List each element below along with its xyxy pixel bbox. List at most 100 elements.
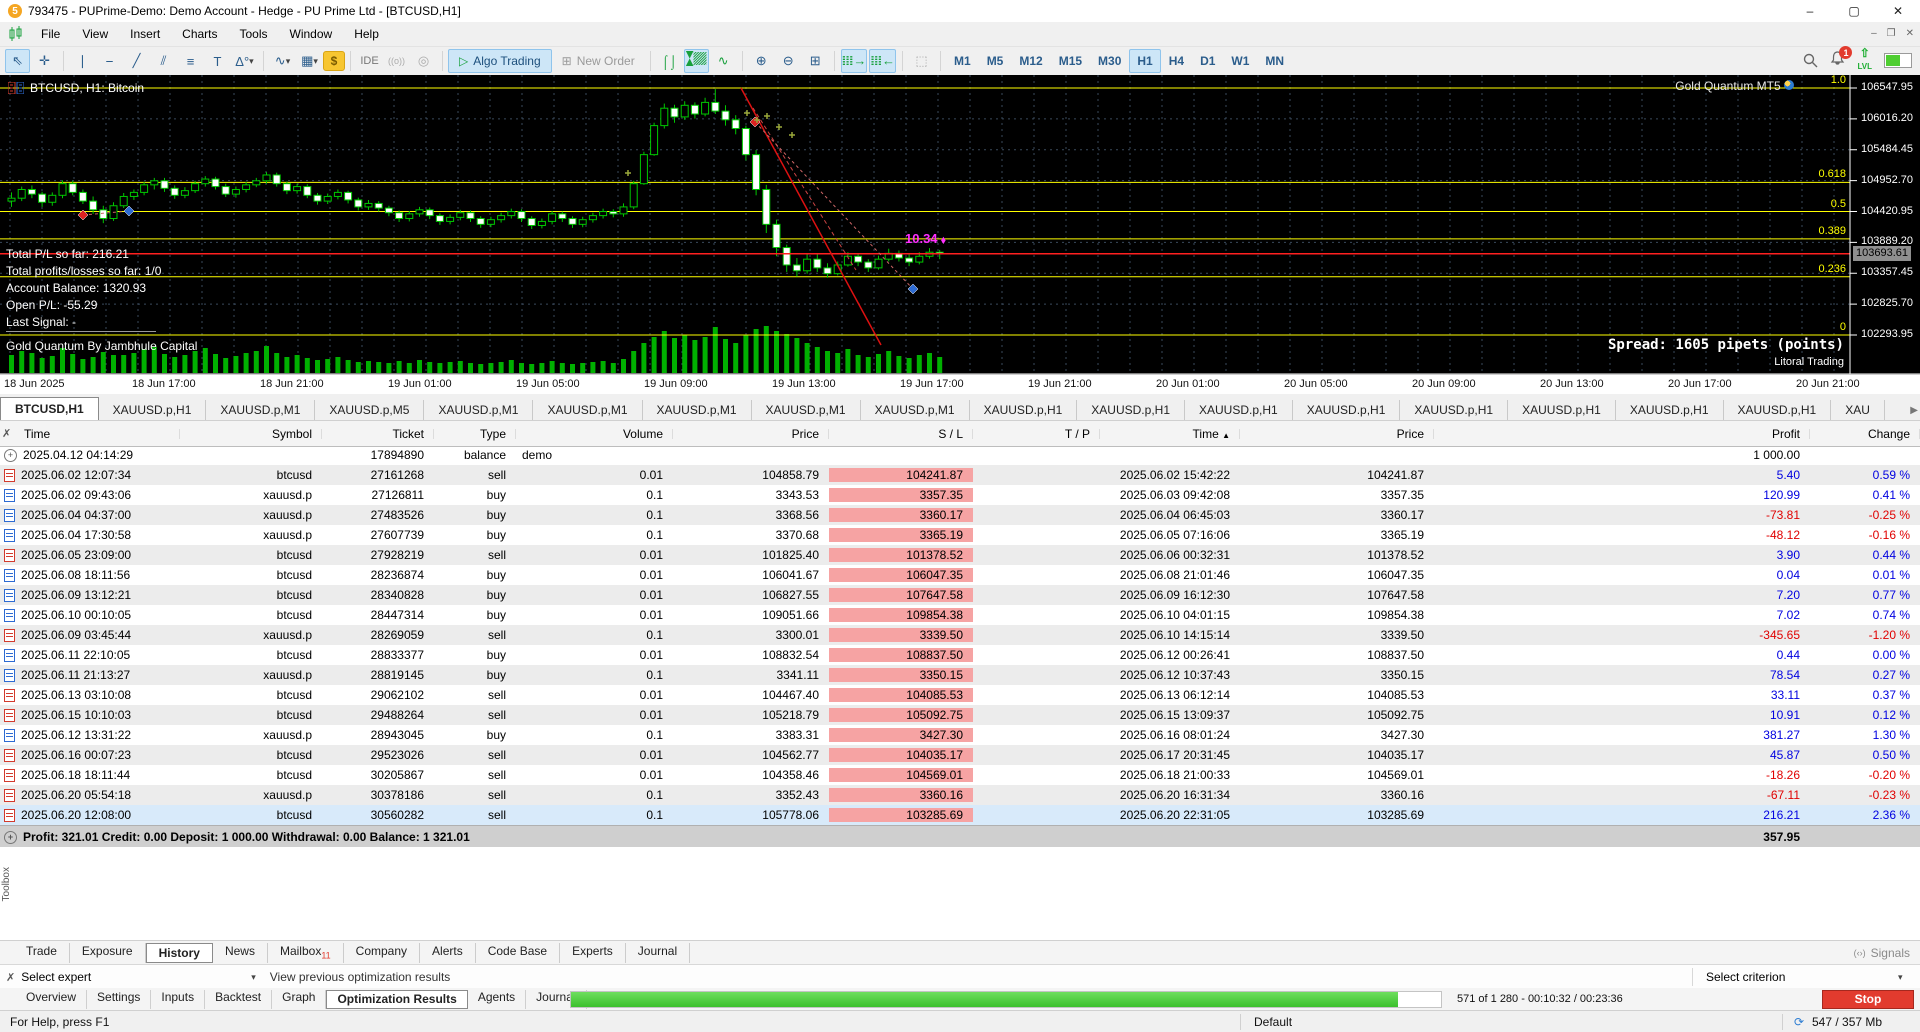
- column-header-volume[interactable]: Volume: [516, 427, 673, 441]
- vertical-line-icon[interactable]: ❘: [70, 49, 95, 73]
- horizontal-line-icon[interactable]: ⎯: [97, 49, 122, 73]
- chart-shift-icon[interactable]: ⬚: [909, 49, 934, 73]
- column-header-time[interactable]: Time ▲: [1100, 427, 1240, 441]
- chevron-down-icon[interactable]: ▾: [1898, 972, 1903, 983]
- history-row[interactable]: 2025.06.02 09:43:06 xauusd.p 27126811 buy 0.…: [0, 485, 1920, 505]
- channel-icon[interactable]: ⫽: [151, 49, 176, 73]
- timeframe-W1[interactable]: W1: [1223, 49, 1257, 73]
- menu-item-tools[interactable]: Tools: [229, 22, 279, 46]
- chart-tab[interactable]: XAUUSD.p,H1: [1400, 400, 1509, 420]
- signal-broadcast-icon[interactable]: ((o)): [384, 49, 409, 73]
- text-tool-icon[interactable]: T: [205, 49, 230, 73]
- bar-chart-icon[interactable]: ⌠⌡: [657, 49, 682, 73]
- chart-tab[interactable]: XAUUSD.p,M1: [424, 400, 534, 420]
- chart-tab[interactable]: XAUUSD.p,H1: [1508, 400, 1616, 420]
- timeframe-M1[interactable]: M1: [946, 49, 979, 73]
- child-restore-button[interactable]: ❐: [1887, 22, 1896, 46]
- view-previous-results-link[interactable]: View previous optimization results: [270, 970, 451, 984]
- tester-tab-overview[interactable]: Overview: [16, 989, 88, 1009]
- history-row[interactable]: 2025.06.08 18:11:56 btcusd 28236874 buy 0.01…: [0, 565, 1920, 585]
- column-header-symbol[interactable]: Symbol: [180, 427, 322, 441]
- shapes-icon[interactable]: Δ° ▾: [232, 49, 257, 73]
- chart-tab[interactable]: BTCUSD,H1: [0, 397, 99, 420]
- chart-tab[interactable]: XAUUSD.p,H1: [1616, 400, 1724, 420]
- fibonacci-icon[interactable]: ≡: [178, 49, 203, 73]
- close-button[interactable]: ✕: [1876, 0, 1920, 22]
- select-expert-combo[interactable]: Select expert: [21, 970, 251, 984]
- ide-button[interactable]: IDE: [357, 49, 382, 73]
- history-row[interactable]: 2025.06.20 05:54:18 xauusd.p 30378186 sell 0…: [0, 785, 1920, 805]
- minimize-button[interactable]: –: [1788, 0, 1832, 22]
- chart-tab[interactable]: XAUUSD.p,M1: [533, 400, 643, 420]
- menu-item-charts[interactable]: Charts: [171, 22, 228, 46]
- column-header-sl[interactable]: S / L: [829, 427, 973, 441]
- child-minimize-button[interactable]: –: [1871, 22, 1877, 46]
- chart-tab[interactable]: XAU: [1831, 400, 1885, 420]
- objects-icon[interactable]: ▦ ▾: [297, 49, 322, 73]
- menu-item-window[interactable]: Window: [279, 22, 344, 46]
- tester-tab-optimization-results[interactable]: Optimization Results: [326, 989, 468, 1009]
- history-row[interactable]: 2025.06.15 10:10:03 btcusd 29488264 sell 0.0…: [0, 705, 1920, 725]
- timeframe-H1[interactable]: H1: [1129, 49, 1161, 73]
- price-chart[interactable]: BTCUSD, H1: Bitcoin Gold Quantum MT5 Tot…: [0, 74, 1920, 394]
- chart-tab[interactable]: XAUUSD.p,H1: [1724, 400, 1832, 420]
- toolbox-tab-experts[interactable]: Experts: [560, 942, 626, 964]
- history-row[interactable]: 2025.06.04 17:30:58 xauusd.p 27607739 buy 0.…: [0, 525, 1920, 545]
- chart-tab[interactable]: XAUUSD.p,M1: [861, 400, 970, 420]
- history-row[interactable]: 2025.06.11 21:13:27 xauusd.p 28819145 buy 0.…: [0, 665, 1920, 685]
- history-row[interactable]: 2025.06.10 00:10:05 btcusd 28447314 buy 0.01…: [0, 605, 1920, 625]
- profile-label[interactable]: Default: [1254, 1015, 1292, 1029]
- chart-tab[interactable]: XAUUSD.p,M1: [752, 400, 861, 420]
- history-row[interactable]: 2025.06.13 03:10:08 btcusd 29062102 sell 0.0…: [0, 685, 1920, 705]
- history-row[interactable]: 2025.06.18 18:11:44 btcusd 30205867 sell 0.0…: [0, 765, 1920, 785]
- chart-tab[interactable]: XAUUSD.p,M5: [315, 400, 425, 420]
- shift-end-icon[interactable]: 𝍖→: [840, 49, 868, 73]
- chevron-down-icon[interactable]: ▾: [251, 972, 256, 983]
- indicators-icon[interactable]: ∿ ▾: [270, 49, 295, 73]
- toolbox-tab-code-base[interactable]: Code Base: [476, 942, 561, 964]
- timeframe-M30[interactable]: M30: [1090, 49, 1129, 73]
- history-row[interactable]: 2025.06.16 00:07:23 btcusd 29523026 sell 0.0…: [0, 745, 1920, 765]
- chart-tab[interactable]: XAUUSD.p,H1: [1077, 400, 1185, 420]
- column-header-price[interactable]: Price: [1240, 427, 1434, 441]
- column-header-profit[interactable]: Profit: [1434, 427, 1810, 441]
- chart-tab[interactable]: XAUUSD.p,M1: [643, 400, 752, 420]
- upgrade-level[interactable]: ⇧ LVL: [1857, 47, 1872, 72]
- tester-tab-agents[interactable]: Agents: [468, 989, 527, 1009]
- timeframe-D1[interactable]: D1: [1192, 49, 1223, 73]
- menu-item-insert[interactable]: Insert: [119, 22, 171, 46]
- toolbox-tab-news[interactable]: News: [213, 942, 268, 964]
- notifications-bell[interactable]: 1: [1830, 46, 1853, 69]
- menu-item-view[interactable]: View: [71, 22, 119, 46]
- copy-trading-icon[interactable]: ◎: [411, 49, 436, 73]
- stop-button[interactable]: Stop: [1822, 990, 1914, 1009]
- toolbox-tab-alerts[interactable]: Alerts: [420, 942, 476, 964]
- chart-tab[interactable]: XAUUSD.p,H1: [1293, 400, 1401, 420]
- toolbox-tab-journal[interactable]: Journal: [626, 942, 691, 964]
- crosshair-tool-icon[interactable]: ✛: [32, 49, 57, 73]
- column-header-type[interactable]: Type: [434, 427, 516, 441]
- algo-trading-button[interactable]: ▷ Algo Trading: [448, 49, 552, 73]
- toolbox-tab-history[interactable]: History: [145, 942, 213, 964]
- column-header-ticket[interactable]: Ticket: [322, 427, 434, 441]
- signals-link[interactable]: (‹›) Signals: [1854, 946, 1910, 960]
- history-close-icon[interactable]: ✗: [2, 427, 11, 440]
- tester-tab-settings[interactable]: Settings: [87, 989, 152, 1009]
- zoom-in-icon[interactable]: ⊕: [749, 49, 774, 73]
- column-header-time[interactable]: ✗ Time: [0, 427, 180, 441]
- candlestick-chart-icon[interactable]: 🮚🮙: [683, 49, 709, 73]
- timeframe-H4[interactable]: H4: [1161, 49, 1192, 73]
- menu-item-help[interactable]: Help: [343, 22, 390, 46]
- toolbox-tab-mailbox[interactable]: Mailbox11: [268, 942, 344, 964]
- new-order-button[interactable]: ⊞ New Order: [552, 50, 645, 72]
- history-row[interactable]: +2025.04.12 04:14:29 17894890 balance demo 1…: [0, 445, 1920, 465]
- maximize-button[interactable]: ▢: [1832, 0, 1876, 22]
- tab-scroll-right-icon[interactable]: ▶: [1910, 405, 1918, 416]
- column-header-change[interactable]: Change: [1810, 427, 1920, 441]
- toolbox-tab-exposure[interactable]: Exposure: [70, 942, 146, 964]
- tester-tab-graph[interactable]: Graph: [272, 989, 327, 1009]
- search-icon[interactable]: [1803, 53, 1818, 68]
- tester-close-icon[interactable]: ✗: [0, 971, 21, 984]
- chart-tab[interactable]: XAUUSD.p,H1: [99, 400, 207, 420]
- history-row[interactable]: 2025.06.20 12:08:00 btcusd 30560282 sell 0.1…: [0, 805, 1920, 825]
